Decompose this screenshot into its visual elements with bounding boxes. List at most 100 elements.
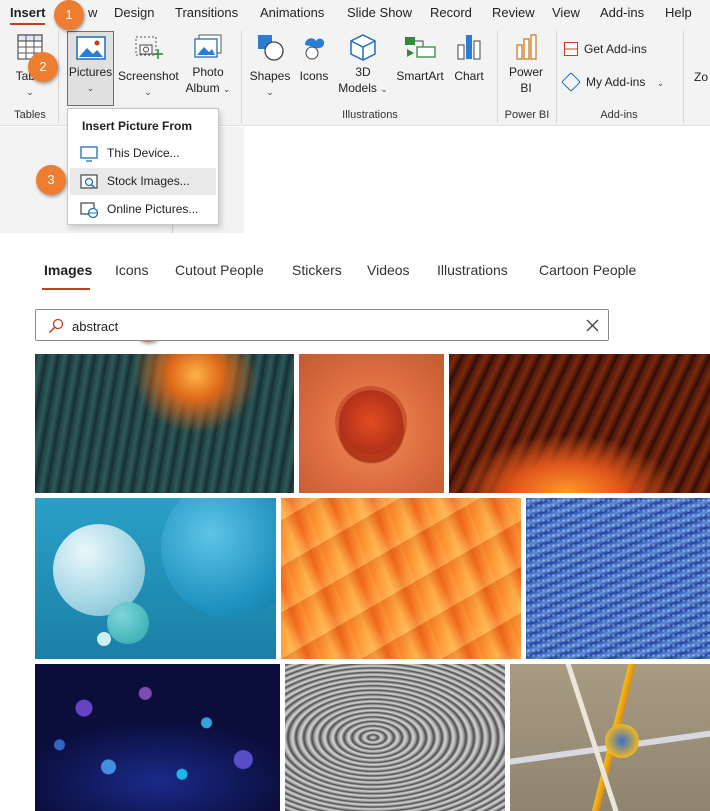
group-divider xyxy=(58,31,59,123)
menu-header: Insert Picture From xyxy=(82,119,193,133)
tab-stickers[interactable]: Stickers xyxy=(292,262,342,278)
picture-icon xyxy=(75,36,106,60)
tab-view-partial[interactable]: w xyxy=(88,5,97,20)
tab-design[interactable]: Design xyxy=(114,5,154,20)
monitor-icon xyxy=(80,146,98,162)
icons-button[interactable]: Icons xyxy=(296,33,332,84)
stock-images-icon xyxy=(80,174,98,189)
tab-animations[interactable]: Animations xyxy=(260,5,324,20)
tab-slide-show[interactable]: Slide Show xyxy=(347,5,412,20)
tab-insert[interactable]: Insert xyxy=(10,5,45,20)
stock-image-card[interactable] xyxy=(35,664,280,811)
power-bi-icon xyxy=(516,34,537,60)
smartart-button[interactable]: SmartArt xyxy=(393,33,447,84)
image-sphere xyxy=(161,498,276,618)
search-box xyxy=(35,309,609,341)
zoom-button[interactable]: Zo xyxy=(694,69,710,85)
smartart-icon xyxy=(405,37,436,58)
tab-record[interactable]: Record xyxy=(430,5,472,20)
screenshot-label: Screenshot xyxy=(118,69,179,83)
smartart-label: SmartArt xyxy=(396,69,444,83)
stock-image-card[interactable] xyxy=(449,354,710,493)
get-add-ins-button[interactable]: Get Add-ins xyxy=(564,41,674,57)
image-overlay xyxy=(526,498,710,659)
chart-button[interactable]: Chart xyxy=(450,33,488,84)
chevron-down-icon: ⌄ xyxy=(380,84,388,94)
power-bi-label-1: Power xyxy=(508,65,543,79)
tab-transitions[interactable]: Transitions xyxy=(175,5,238,20)
image-overlay xyxy=(35,664,280,811)
insert-picture-menu: Insert Picture From This Device... Stock… xyxy=(67,108,219,225)
cube-icon xyxy=(350,34,376,61)
screenshot-button[interactable]: Screenshot ⌄ xyxy=(118,33,179,100)
chevron-down-icon: ⌄ xyxy=(86,83,95,93)
group-divider xyxy=(683,31,684,123)
shapes-icon xyxy=(258,35,284,61)
image-sphere xyxy=(107,602,149,644)
group-divider xyxy=(556,31,557,123)
3d-models-label-1: 3D xyxy=(355,65,371,79)
tab-cutout-people[interactable]: Cutout People xyxy=(175,262,264,278)
stock-image-card[interactable] xyxy=(299,354,444,493)
icons-label: Icons xyxy=(299,69,329,83)
photo-album-icon xyxy=(194,34,222,58)
pictures-button[interactable]: Pictures ⌄ xyxy=(67,31,114,106)
menu-item-online-pictures[interactable]: Online Pictures... xyxy=(70,196,216,223)
tab-help[interactable]: Help xyxy=(665,5,692,20)
menu-bar: Insert w Design Transitions Animations S… xyxy=(0,0,710,25)
zoom-label: Zo xyxy=(694,70,709,84)
chevron-down-icon: ⌄ xyxy=(266,87,274,97)
tab-view[interactable]: View xyxy=(552,5,580,20)
photo-album-button[interactable]: Photo Album ⌄ xyxy=(182,33,234,97)
stock-image-card[interactable] xyxy=(281,498,521,659)
shapes-button[interactable]: Shapes ⌄ xyxy=(248,33,292,100)
screenshot-icon xyxy=(135,36,163,59)
group-divider xyxy=(241,31,242,123)
3d-models-button[interactable]: 3D Models ⌄ xyxy=(336,33,390,97)
menu-item-stock-images[interactable]: Stock Images... xyxy=(70,168,216,195)
chevron-down-icon: ⌄ xyxy=(656,78,665,88)
tab-icons[interactable]: Icons xyxy=(115,262,148,278)
stock-image-card[interactable] xyxy=(35,354,294,493)
tab-cartoon-people[interactable]: Cartoon People xyxy=(539,262,636,278)
tab-illustrations[interactable]: Illustrations xyxy=(437,262,508,278)
tab-videos[interactable]: Videos xyxy=(367,262,410,278)
store-icon xyxy=(564,42,578,56)
image-overlay xyxy=(281,498,521,659)
search-input[interactable] xyxy=(72,316,552,336)
stock-image-card[interactable] xyxy=(510,664,710,811)
puzzle-icon xyxy=(561,72,581,92)
pictures-label: Pictures xyxy=(68,65,113,79)
step-callout-2: 2 xyxy=(28,52,58,82)
search-icon xyxy=(48,318,64,334)
power-bi-label-2: BI xyxy=(520,81,532,95)
menu-item-label: Online Pictures... xyxy=(107,202,199,216)
chart-icon xyxy=(457,35,481,60)
menu-item-this-device[interactable]: This Device... xyxy=(70,140,216,167)
tab-images[interactable]: Images xyxy=(44,262,92,278)
menu-item-label: Stock Images... xyxy=(107,174,190,188)
image-sphere xyxy=(97,632,111,646)
stock-image-card[interactable] xyxy=(285,664,505,811)
group-divider xyxy=(497,31,498,123)
active-tab-indicator xyxy=(42,288,90,290)
icons-icon xyxy=(305,38,325,60)
group-label-illustrations: Illustrations xyxy=(342,109,398,121)
stock-image-card[interactable] xyxy=(526,498,710,659)
tab-review[interactable]: Review xyxy=(492,5,535,20)
chevron-down-icon: ⌄ xyxy=(144,87,152,97)
step-callout-1: 1 xyxy=(54,0,84,30)
chart-label: Chart xyxy=(454,69,484,83)
get-add-ins-label: Get Add-ins xyxy=(584,42,647,56)
close-icon[interactable] xyxy=(586,319,599,332)
stock-image-card[interactable] xyxy=(35,498,276,659)
group-label-add-ins: Add-ins xyxy=(600,109,638,121)
my-add-ins-button[interactable]: My Add-ins ⌄ xyxy=(561,72,676,92)
menu-item-label: This Device... xyxy=(107,146,180,160)
3d-models-label-2: Models xyxy=(338,81,377,95)
image-sphere xyxy=(339,390,403,454)
power-bi-button[interactable]: Power BI xyxy=(503,33,549,96)
group-label-tables: Tables xyxy=(14,109,46,121)
step-callout-3: 3 xyxy=(36,165,66,195)
tab-add-ins[interactable]: Add-ins xyxy=(600,5,644,20)
